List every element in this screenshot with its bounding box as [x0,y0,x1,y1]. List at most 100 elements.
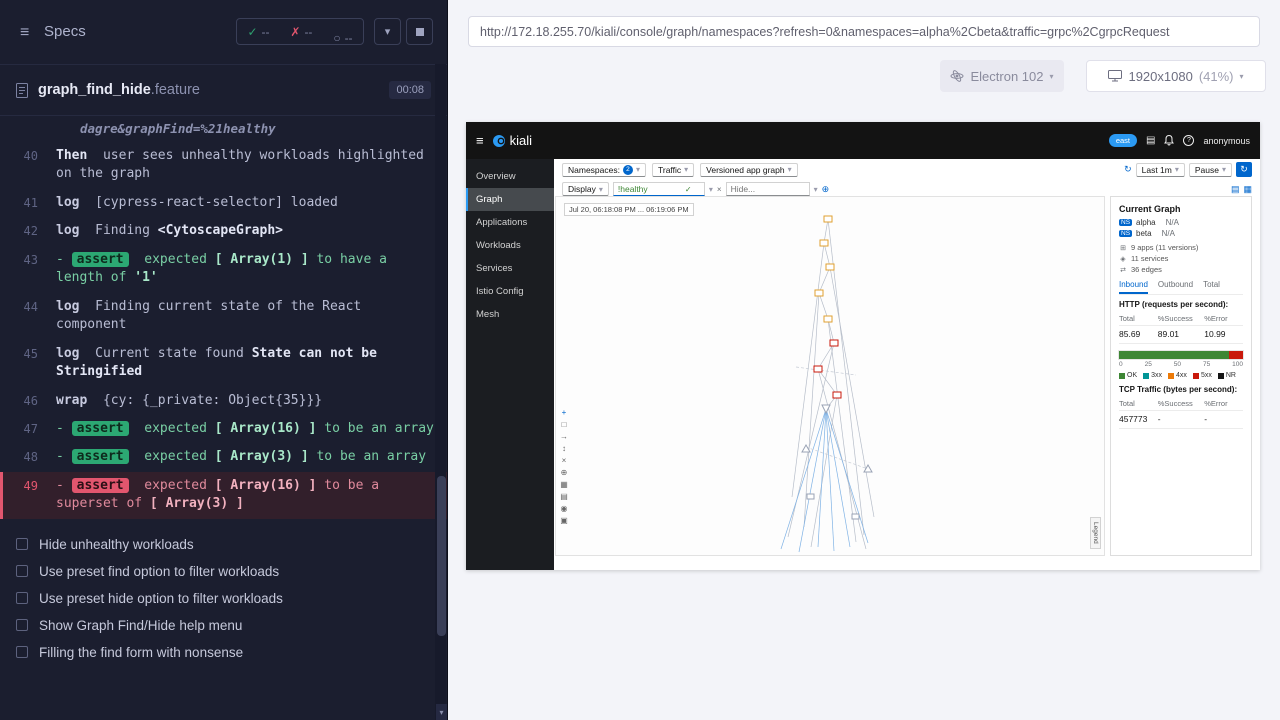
summary-text: 9 apps (11 versions) [1131,243,1199,252]
grid-icon[interactable]: ▦ [560,481,568,489]
nav-item-mesh[interactable]: Mesh [466,303,554,326]
chevron-down-icon[interactable]: ▾ [814,185,818,194]
hide-input[interactable] [730,184,793,194]
tcp-section-title: TCP Traffic (bytes per second): [1119,385,1238,394]
tcp-rate-table: Total %Success %Error 457773- - [1119,397,1243,429]
pending-test-item[interactable]: Show Graph Find/Hide help menu [0,612,447,639]
url-input[interactable] [468,16,1260,47]
pending-test-item[interactable]: Use preset hide option to filter workloa… [0,585,447,612]
check-icon: ✓ [247,24,258,39]
zoom-in-icon[interactable]: ⊕ [560,469,568,477]
scroll-down-button[interactable]: ▾ [436,704,447,720]
display-dropdown[interactable]: Display ▾ [562,182,609,196]
chevron-down-icon: ▾ [598,184,603,194]
log-line[interactable]: 48 - assert expected [ Array(3) ] to be a… [0,443,447,471]
log-line[interactable]: 42 log Finding <CytoscapeGraph> [0,217,447,245]
namespace-value: N/A [1165,218,1179,227]
find-help-icon[interactable]: ⊕ [822,184,830,195]
log-overflow-text[interactable]: dagre&graphFind=%21healthy [0,118,447,142]
duration-dropdown[interactable]: Last 1m ▾ [1135,162,1185,177]
pending-test-item[interactable]: Filling the find form with nonsense [0,639,447,666]
clear-icon[interactable]: × [560,457,568,465]
nav-item-applications[interactable]: Applications [466,211,554,234]
spec-name: graph_find_hide.feature [38,82,200,98]
layers-icon[interactable]: ▤ [560,493,568,501]
chevron-down-icon[interactable]: ▾ [709,185,713,194]
nav-item-workloads[interactable]: Workloads [466,234,554,257]
pending-test-label: Hide unhealthy workloads [39,536,194,552]
console-icon[interactable]: ▤ [1146,135,1155,146]
pending-test-item[interactable]: Hide unhealthy workloads [0,531,447,558]
specs-menu-icon[interactable]: ≡ [20,24,29,42]
log-text: [ Array(3) ] [214,449,309,465]
log-line[interactable]: 44 log Finding current state of the React… [0,293,447,340]
tab-outbound[interactable]: Outbound [1158,280,1193,294]
pending-test-item[interactable]: Use preset find option to filter workloa… [0,558,447,585]
namespace-name: beta [1136,229,1152,238]
log-line[interactable]: 43 - assert expected [ Array(1) ] to have… [0,246,447,293]
kiali-main: Namespaces: 2 ▾ Traffic ▾ Versioned app … [554,159,1260,570]
nav-item-overview[interactable]: Overview [466,165,554,188]
command-name: wrap [56,392,88,408]
log-line[interactable]: 49 - assert expected [ Array(16) ] to be … [0,471,447,519]
log-line[interactable]: 40 Then user sees unhealthy workloads hig… [0,142,447,189]
legend-label: 4xx [1176,372,1187,379]
browser-selector[interactable]: Electron 102 ▾ [940,60,1064,92]
legend-swatch [1168,372,1175,379]
command-name: log [56,345,80,361]
nav-item-graph[interactable]: Graph [466,188,554,211]
log-line[interactable]: 45 log Current state found State can not … [0,340,447,387]
forward-icon[interactable]: → [560,433,568,441]
target-icon[interactable]: ◉ [560,505,568,513]
log-text: expected [144,477,215,493]
specs-title: Specs [44,23,86,40]
replay-icon[interactable]: ↻ [1124,164,1132,175]
sidebar-scrollbar-thumb[interactable] [437,476,446,636]
traffic-graph-canvas[interactable]: Jul 20, 06:18:08 PM ... 06:19:06 PM + □ → ↕… [555,196,1105,556]
bell-icon[interactable] [1164,135,1175,146]
table-value: - [1204,411,1243,429]
nav-item-istio-config[interactable]: Istio Config [466,280,554,303]
refresh-button[interactable]: ↻ [1236,162,1252,177]
tab-total[interactable]: Total [1203,280,1220,294]
log-line[interactable]: 41 log [cypress-react-selector] loaded [0,189,447,217]
graph-type-dropdown[interactable]: Versioned app graph ▾ [700,162,798,177]
expand-icon[interactable]: ↕ [560,445,568,453]
stop-button[interactable] [406,18,433,45]
http-rate-axis: 0 25 50 75 100 [1119,361,1243,368]
center-graph-icon[interactable]: + [560,409,568,417]
table-header: Total [1119,312,1158,326]
line-content: log Finding current state of the React c… [56,298,435,335]
graph-capture-icon[interactable]: ▦ [1243,184,1252,195]
clear-find-icon[interactable]: × [717,185,722,194]
viewport-selector[interactable]: 1920x1080 (41%) ▾ [1086,60,1266,92]
namespaces-dropdown[interactable]: Namespaces: 2 ▾ [562,162,646,177]
http-rate-legend: OK 3xx 4xx 5xx NR [1119,372,1243,379]
legend-item-5xx: 5xx [1192,372,1212,379]
line-content: - assert expected [ Array(16) ] to be an… [56,420,434,436]
log-line[interactable]: 46 wrap {cy: {_private: Object{35}}} [0,387,447,415]
find-input[interactable] [617,184,682,194]
fit-to-screen-icon[interactable]: □ [560,421,568,429]
log-line[interactable]: 47 - assert expected [ Array(16) ] to be … [0,415,447,443]
viewport-scale: (41%) [1198,68,1234,84]
step-keyword: Then [56,148,88,163]
graph-settings-icon[interactable]: ▤ [1231,184,1240,195]
legend-tab[interactable]: Legend [1090,517,1101,549]
log-text: [ Array(16) ] [214,477,317,493]
legend-swatch [1119,372,1125,379]
collapse-button[interactable]: ▾ [374,18,401,45]
legend-swatch [1192,372,1199,379]
nav-toggle-icon[interactable]: ≡ [476,133,484,148]
spec-header[interactable]: graph_find_hide.feature 00:08 [0,64,447,116]
checkbox-icon [16,619,28,632]
chevron-down-icon: ▾ [1221,165,1226,174]
refresh-interval-dropdown[interactable]: Pause ▾ [1188,162,1232,177]
chevron-down-icon: ▾ [635,165,640,174]
traffic-dropdown[interactable]: Traffic ▾ [651,162,695,177]
nav-item-services[interactable]: Services [466,257,554,280]
user-menu[interactable]: anonymous [1203,136,1250,146]
help-icon[interactable]: ? [1183,135,1195,146]
tab-inbound[interactable]: Inbound [1119,280,1148,294]
layout-icon[interactable]: ▣ [560,517,568,525]
